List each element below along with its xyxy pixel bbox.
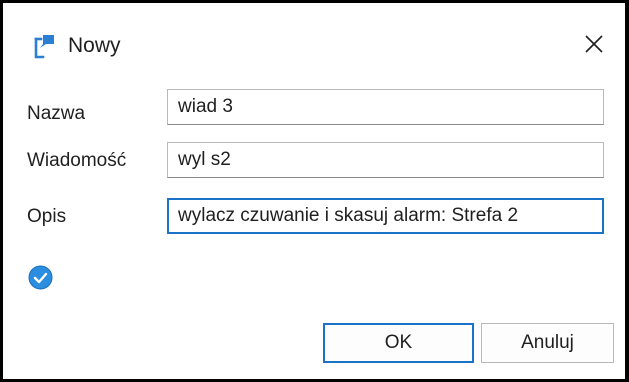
description-field[interactable] xyxy=(167,198,604,234)
app-window-icon xyxy=(33,33,57,59)
close-button[interactable] xyxy=(574,26,614,66)
check-circle-icon xyxy=(28,265,53,290)
cancel-button[interactable]: Anuluj xyxy=(481,323,614,363)
window-title: Nowy xyxy=(68,34,121,57)
title-bar[interactable]: Nowy xyxy=(6,6,625,82)
message-label: Wiadomość xyxy=(27,150,127,171)
name-label: Nazwa xyxy=(27,103,86,124)
message-field[interactable] xyxy=(167,142,604,178)
name-field[interactable] xyxy=(167,89,604,125)
description-label: Opis xyxy=(27,206,67,227)
ok-button[interactable]: OK xyxy=(323,323,474,363)
close-icon xyxy=(585,34,603,58)
new-item-dialog: Nowy Nazwa Wiadomość Opis OK Anuluj xyxy=(0,0,629,382)
